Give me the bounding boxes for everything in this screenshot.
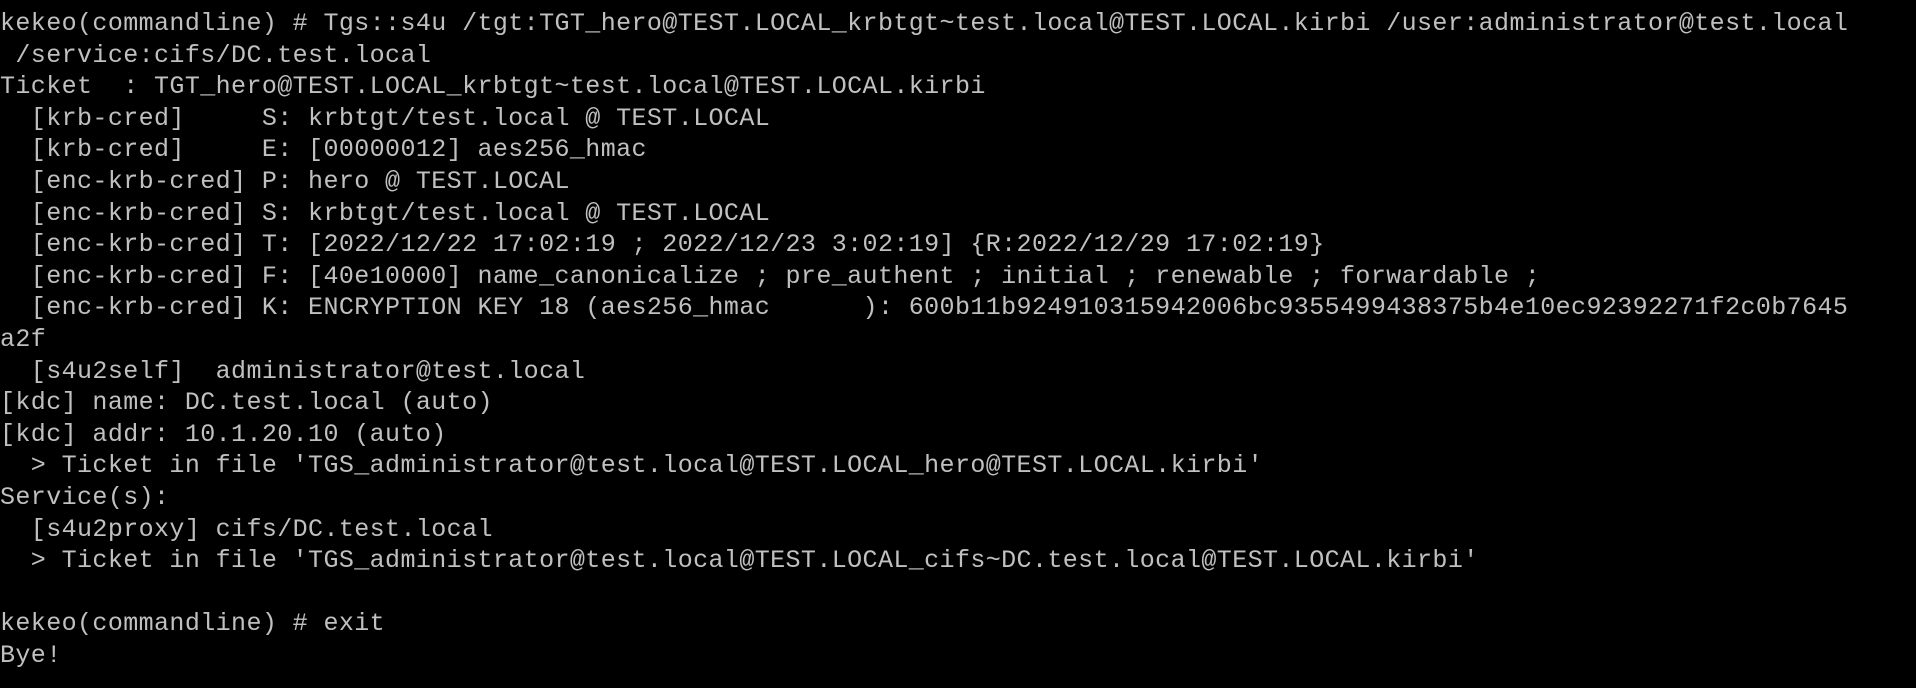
console-line-s4u2proxy: [s4u2proxy] cifs/DC.test.local [0,514,493,544]
console-line-exit-command: kekeo(commandline) # exit [0,609,386,639]
console-line-enc-krb-cred-flags: [enc-krb-cred] F: [40e10000] name_canoni… [0,261,1541,291]
console-line-krb-cred-encryption: [krb-cred] E: [00000012] aes256_hmac [0,135,647,165]
console-line-enc-krb-cred-key-wrap: a2f [0,324,47,354]
console-line-kdc-name: [kdc] name: DC.test.local (auto) [0,388,493,418]
console-line-s4u2self: [s4u2self] administrator@test.local [0,356,586,386]
console-line-s4u2proxy-ticket-file: > Ticket in file 'TGS_administrator@test… [0,546,1479,576]
console-line-enc-krb-cred-time: [enc-krb-cred] T: [2022/12/22 17:02:19 ;… [0,230,1325,260]
console-line-command-continuation: /service:cifs/DC.test.local [0,40,432,70]
console-line-enc-krb-cred-principal: [enc-krb-cred] P: hero @ TEST.LOCAL [0,166,570,196]
console-line-enc-krb-cred-key: [enc-krb-cred] K: ENCRYPTION KEY 18 (aes… [0,293,1849,323]
console-line-ticket: Ticket : TGT_hero@TEST.LOCAL_krbtgt~test… [0,72,986,102]
console-line-krb-cred-service: [krb-cred] S: krbtgt/test.local @ TEST.L… [0,103,771,133]
console-line-kdc-addr: [kdc] addr: 10.1.20.10 (auto) [0,419,447,449]
console-line-enc-krb-cred-service: [enc-krb-cred] S: krbtgt/test.local @ TE… [0,198,771,228]
console-line-command: kekeo(commandline) # Tgs::s4u /tgt:TGT_h… [0,9,1849,38]
console-window[interactable]: kekeo(commandline) # Tgs::s4u /tgt:TGT_h… [0,0,1916,688]
console-line-s4u2self-ticket-file: > Ticket in file 'TGS_administrator@test… [0,451,1263,481]
console-line-bye: Bye! [0,640,62,670]
console-line-services-header: Service(s): [0,482,170,512]
